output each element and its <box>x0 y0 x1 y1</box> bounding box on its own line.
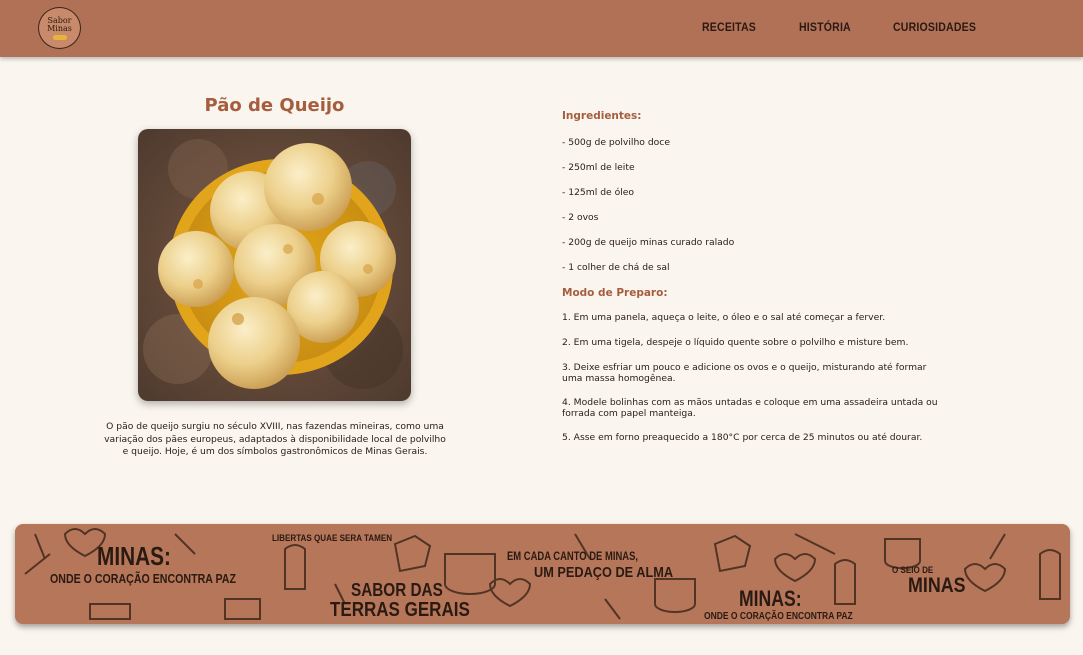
banner-minas-title-2: MINAS: <box>739 586 802 611</box>
minas-banner: MINAS: ONDE O CORAÇÃO ENCONTRA PAZ LIBER… <box>15 524 1070 624</box>
banner-sabor: SABOR DAS <box>351 580 443 600</box>
logo-text-bottom: Minas <box>47 23 72 33</box>
ingredient-item: - 200g de queijo minas curado ralado <box>562 237 735 248</box>
step-item: 3. Deixe esfriar um pouco e adicione os … <box>562 362 927 384</box>
cheese-icon <box>52 34 67 40</box>
banner-minas-subtitle-2: ONDE O CORAÇÃO ENCONTRA PAZ <box>704 611 853 622</box>
nav-curiosidades[interactable]: CURIOSIDADES <box>893 20 976 34</box>
nav-receitas[interactable]: RECEITAS <box>702 20 756 34</box>
step-item: 4. Modele bolinhas com as mãos untadas e… <box>562 397 938 419</box>
ingredients-heading: Ingredientes: <box>562 110 642 122</box>
banner-minas-subtitle: ONDE O CORAÇÃO ENCONTRA PAZ <box>50 572 236 586</box>
ingredient-item: - 500g de polvilho doce <box>562 137 670 148</box>
banner-libertas: LIBERTAS QUAE SERA TAMEN <box>272 533 393 544</box>
preparation-heading: Modo de Preparo: <box>562 287 668 299</box>
site-header: Sabor Minas RECEITAS HISTÓRIA CURIOSIDAD… <box>0 0 1083 57</box>
nav-historia[interactable]: HISTÓRIA <box>799 20 851 34</box>
banner-minas-title: MINAS: <box>97 541 171 571</box>
banner-canto: EM CADA CANTO DE MINAS, <box>507 551 638 563</box>
ingredient-item: - 125ml de óleo <box>562 187 635 198</box>
banner-terras-gerais: TERRAS GERAIS <box>330 599 470 621</box>
main-nav: RECEITAS HISTÓRIA CURIOSIDADES <box>702 20 987 34</box>
ingredient-item: - 1 colher de chá de sal <box>562 262 670 273</box>
banner-seio-minas: MINAS <box>908 574 966 597</box>
step-item: 2. Em uma tigela, despeje o líquido quen… <box>562 337 909 348</box>
pao-de-queijo-photo <box>138 129 411 401</box>
step-item: 1. Em uma panela, aqueça o leite, o óleo… <box>562 312 886 323</box>
recipe-description: O pão de queijo surgiu no século XVIII, … <box>104 421 446 457</box>
ingredient-item: - 250ml de leite <box>562 162 635 173</box>
logo[interactable]: Sabor Minas <box>38 7 81 49</box>
ingredient-item: - 2 ovos <box>562 212 599 223</box>
step-item: 5. Asse em forno preaquecido a 180°C por… <box>562 432 923 443</box>
recipe-title: Pão de Queijo <box>204 95 345 116</box>
banner-pedaco-alma: UM PEDAÇO DE ALMA <box>534 564 674 581</box>
